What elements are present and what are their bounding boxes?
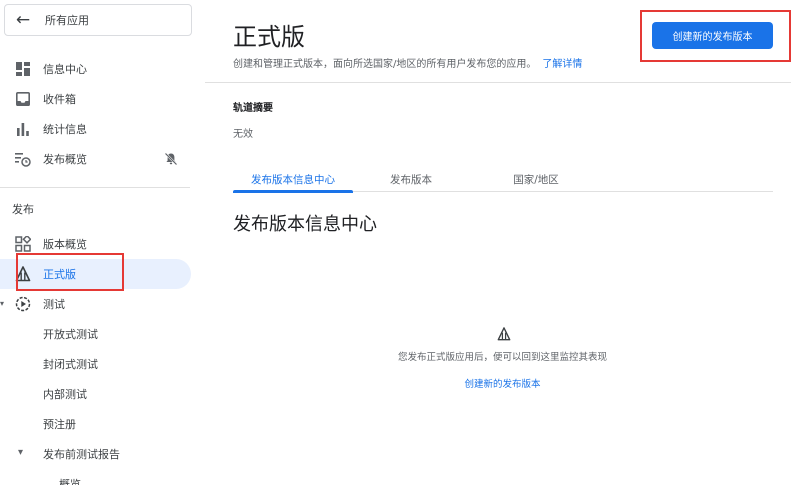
sidebar-item-label: 正式版: [43, 268, 76, 281]
notifications-off-icon[interactable]: [164, 152, 178, 169]
sidebar-item-label: 版本概览: [43, 238, 87, 251]
create-release-button[interactable]: 创建新的发布版本: [652, 22, 773, 49]
learn-more-link[interactable]: 了解详情: [542, 59, 582, 70]
production-icon: [14, 266, 32, 282]
section-heading: 发布版本信息中心: [233, 214, 377, 235]
tab-release-dashboard[interactable]: 发布版本信息中心: [233, 166, 353, 193]
sidebar-item-label: 发布前测试报告: [43, 448, 120, 461]
sidebar-item-pre-registration[interactable]: 预注册: [0, 409, 205, 439]
caret-down-icon[interactable]: ▾: [0, 299, 4, 308]
sidebar-item-label: 内部测试: [43, 388, 87, 401]
production-icon: [497, 326, 511, 341]
sidebar-item-label: 封闭式测试: [43, 358, 98, 371]
page-description: 创建和管理正式版本，面向所选国家/地区的所有用户发布您的应用。 了解详情: [233, 55, 582, 70]
sidebar-item-closed-testing[interactable]: 封闭式测试: [0, 349, 205, 379]
arrow-back-icon: ←: [15, 10, 31, 30]
sidebar-item-testing[interactable]: ▾ 测试: [0, 289, 205, 319]
schedule-list-icon: [14, 151, 32, 167]
sidebar-divider: [0, 187, 190, 188]
sidebar-section-title: 发布: [12, 203, 34, 216]
all-apps-button[interactable]: ← 所有应用: [4, 4, 192, 36]
page-title: 正式版: [233, 23, 305, 51]
track-summary-label: 轨道摘要: [233, 103, 273, 114]
sidebar-item-label: 收件箱: [43, 93, 76, 106]
bar-chart-icon: [14, 121, 32, 137]
sidebar-item-label: 统计信息: [43, 123, 87, 136]
widgets-icon: [14, 236, 32, 252]
sidebar-item-label: 信息中心: [43, 63, 87, 76]
all-apps-label: 所有应用: [45, 14, 89, 27]
sidebar-item-overview[interactable]: 概览: [0, 469, 205, 485]
caret-down-icon[interactable]: ▾: [18, 447, 23, 458]
tab-countries-regions[interactable]: 国家/地区: [481, 166, 591, 192]
sidebar-item-label: 概览: [59, 478, 81, 485]
track-summary-value: 无效: [233, 129, 253, 140]
sidebar-item-production[interactable]: 正式版: [0, 259, 191, 289]
sidebar-item-label: 开放式测试: [43, 328, 98, 341]
sidebar-item-release-overview[interactable]: 发布概览: [0, 144, 205, 174]
sidebar: ← 所有应用 信息中心 收件箱 统计信息 发布概览 发布 版本概览 正式版 ▾ …: [0, 0, 205, 485]
tab-bar: 发布版本信息中心 发布版本 国家/地区: [233, 166, 773, 193]
empty-state-message: 您发布正式版应用后，便可以回到这里监控其表现: [397, 352, 607, 363]
sidebar-item-label: 预注册: [43, 418, 76, 431]
main-content: 正式版 创建和管理正式版本，面向所选国家/地区的所有用户发布您的应用。 了解详情 …: [205, 0, 791, 485]
tab-releases[interactable]: 发布版本: [361, 166, 461, 192]
empty-state-create-link[interactable]: 创建新的发布版本: [415, 376, 590, 390]
dashboard-icon: [14, 61, 32, 77]
inbox-icon: [14, 91, 32, 107]
sidebar-item-pre-launch-report[interactable]: ▾ 发布前测试报告: [0, 439, 205, 469]
sidebar-item-dashboard[interactable]: 信息中心: [0, 54, 205, 84]
page-description-text: 创建和管理正式版本，面向所选国家/地区的所有用户发布您的应用。: [233, 59, 537, 70]
sidebar-item-versions-overview[interactable]: 版本概览: [0, 229, 205, 259]
sidebar-item-label: 发布概览: [43, 153, 87, 166]
header-divider: [205, 82, 791, 83]
sidebar-item-statistics[interactable]: 统计信息: [0, 114, 205, 144]
sidebar-item-label: 测试: [43, 298, 65, 311]
play-circle-icon: [14, 296, 32, 312]
sidebar-item-open-testing[interactable]: 开放式测试: [0, 319, 205, 349]
sidebar-item-internal-testing[interactable]: 内部测试: [0, 379, 205, 409]
sidebar-item-inbox[interactable]: 收件箱: [0, 84, 205, 114]
